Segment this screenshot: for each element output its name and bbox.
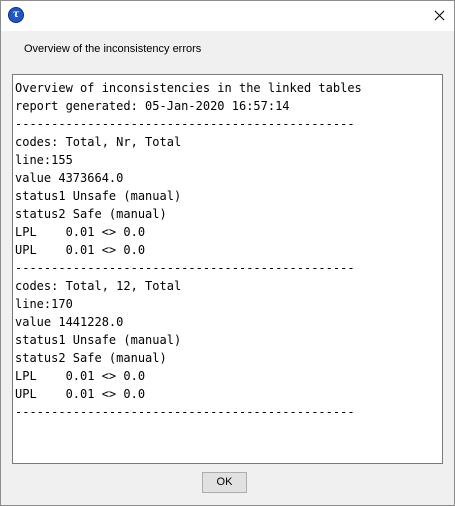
app-logo-icon: τ — [8, 7, 24, 23]
report-line: value 4373664.0 — [15, 171, 124, 185]
report-line: codes: Total, 12, Total — [15, 279, 182, 293]
report-line: Overview of inconsistencies in the linke… — [15, 81, 362, 95]
report-separator: ----------------------------------------… — [15, 405, 355, 419]
report-separator: ----------------------------------------… — [15, 117, 355, 131]
report-line: LPL 0.01 <> 0.0 — [15, 369, 146, 383]
report-separator: ----------------------------------------… — [15, 261, 355, 275]
dialog-window: τ Overview of the inconsistency errors O… — [0, 0, 455, 506]
report-line: UPL 0.01 <> 0.0 — [15, 387, 146, 401]
report-line: status1 Unsafe (manual) — [15, 333, 182, 347]
report-line: codes: Total, Nr, Total — [15, 135, 182, 149]
report-line: line:170 — [15, 297, 73, 311]
ok-button[interactable]: OK — [202, 472, 247, 493]
report-line: LPL 0.01 <> 0.0 — [15, 225, 146, 239]
report-line: status2 Safe (manual) — [15, 207, 167, 221]
report-line: report generated: 05-Jan-2020 16:57:14 — [15, 99, 290, 113]
title-bar[interactable]: τ — [1, 1, 454, 31]
report-line: UPL 0.01 <> 0.0 — [15, 243, 146, 257]
report-line: line:155 — [15, 153, 73, 167]
close-icon[interactable] — [424, 1, 454, 31]
report-line: status2 Safe (manual) — [15, 351, 167, 365]
report-line: status1 Unsafe (manual) — [15, 189, 182, 203]
dialog-header-label: Overview of the inconsistency errors — [24, 43, 202, 55]
report-text-area[interactable]: Overview of inconsistencies in the linke… — [12, 74, 443, 464]
report-line: value 1441228.0 — [15, 315, 124, 329]
